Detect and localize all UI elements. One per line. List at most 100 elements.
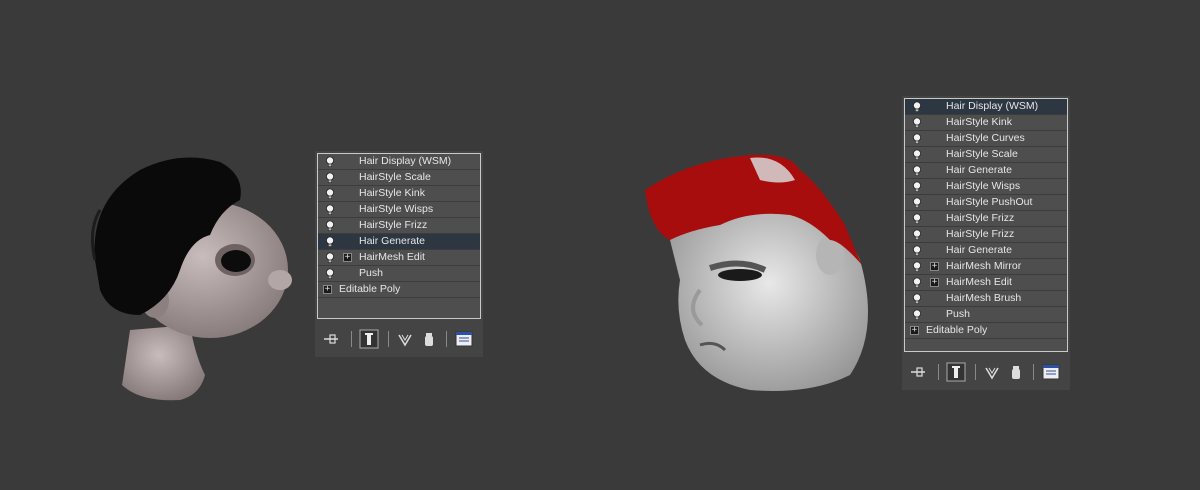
modifier-label: HairStyle Kink: [946, 116, 1012, 128]
modifier-stack-list[interactable]: Hair Display (WSM) HairStyle Kink HairStyl…: [904, 98, 1068, 352]
base-object-label: Editable Poly: [926, 324, 988, 336]
modifier-label: HairStyle Scale: [359, 171, 431, 183]
modifier-toggle-bulb-icon[interactable]: [912, 197, 922, 209]
modifier-toggle-bulb-icon[interactable]: [325, 188, 335, 200]
modifier-panel-left: Hair Display (WSM) HairStyle Scale HairSty…: [315, 151, 483, 357]
modifier-label: HairStyle Kink: [359, 187, 425, 199]
remove-modifier-icon[interactable]: [1006, 362, 1026, 382]
modifier-label: Hair Generate: [946, 164, 1012, 176]
modifier-toggle-bulb-icon[interactable]: [912, 261, 922, 273]
modifier-label: HairStyle Frizz: [946, 228, 1015, 240]
show-end-result-icon[interactable]: [359, 329, 379, 349]
modifier-stack-item[interactable]: Push: [905, 307, 1067, 323]
modifier-toggle-bulb-icon[interactable]: [912, 149, 922, 161]
base-object-item[interactable]: + Editable Poly: [905, 323, 1067, 339]
modifier-toggle-bulb-icon[interactable]: [912, 245, 922, 257]
modifier-stack-item[interactable]: Push: [318, 266, 480, 282]
modifier-label: HairMesh Mirror: [946, 260, 1022, 272]
modifier-stack-item[interactable]: Hair Display (WSM): [318, 154, 480, 170]
modifier-label: HairMesh Edit: [359, 251, 425, 263]
base-object-label: Editable Poly: [339, 283, 401, 295]
modifier-label: HairStyle Frizz: [946, 212, 1015, 224]
modifier-stack-item[interactable]: Hair Generate: [905, 243, 1067, 259]
make-unique-icon[interactable]: [982, 362, 1002, 382]
modifier-stack-item[interactable]: Hair Generate: [905, 163, 1067, 179]
modifier-label: HairMesh Edit: [946, 276, 1012, 288]
modifier-panel-right: Hair Display (WSM) HairStyle Kink HairStyl…: [902, 96, 1070, 390]
pin-stack-icon[interactable]: [908, 362, 928, 382]
modifier-label: HairStyle Curves: [946, 132, 1025, 144]
modifier-toggle-bulb-icon[interactable]: [325, 220, 335, 232]
modifier-stack-item[interactable]: + HairMesh Mirror: [905, 259, 1067, 275]
modifier-stack-item[interactable]: HairStyle Scale: [318, 170, 480, 186]
modifier-toggle-bulb-icon[interactable]: [912, 181, 922, 193]
modifier-toggle-bulb-icon[interactable]: [912, 309, 922, 321]
expand-plus-icon[interactable]: +: [910, 326, 919, 335]
toolbar-separator: [351, 331, 352, 347]
modifier-label: Hair Generate: [946, 244, 1012, 256]
modifier-toggle-bulb-icon[interactable]: [325, 252, 335, 264]
modifier-label: HairStyle Frizz: [359, 219, 428, 231]
modifier-stack-item[interactable]: HairStyle Scale: [905, 147, 1067, 163]
expand-plus-icon[interactable]: +: [930, 278, 939, 287]
modifier-stack-list[interactable]: Hair Display (WSM) HairStyle Scale HairSty…: [317, 153, 481, 319]
modifier-label: HairStyle PushOut: [946, 196, 1033, 208]
modifier-label: Hair Display (WSM): [359, 155, 452, 167]
modifier-toggle-bulb-icon[interactable]: [912, 101, 922, 113]
modifier-stack-item[interactable]: HairStyle Curves: [905, 131, 1067, 147]
show-end-result-icon[interactable]: [946, 362, 966, 382]
modifier-toggle-bulb-icon[interactable]: [325, 268, 335, 280]
modifier-stack-toolbar: [317, 323, 481, 355]
toolbar-separator: [388, 331, 389, 347]
make-unique-icon[interactable]: [395, 329, 415, 349]
expand-plus-icon[interactable]: +: [343, 253, 352, 262]
modifier-label: Hair Display (WSM): [946, 100, 1039, 112]
modifier-stack-toolbar: [904, 356, 1068, 388]
modifier-stack-item[interactable]: HairStyle Wisps: [905, 179, 1067, 195]
modifier-toggle-bulb-icon[interactable]: [325, 236, 335, 248]
modifier-stack-item[interactable]: HairStyle Frizz: [905, 211, 1067, 227]
render-left-head: [90, 157, 292, 401]
modifier-toggle-bulb-icon[interactable]: [912, 277, 922, 289]
expand-plus-icon[interactable]: +: [930, 262, 939, 271]
toolbar-separator: [446, 331, 447, 347]
modifier-toggle-bulb-icon[interactable]: [912, 293, 922, 305]
modifier-label: HairStyle Wisps: [946, 180, 1021, 192]
modifier-stack-item[interactable]: HairMesh Brush: [905, 291, 1067, 307]
render-right-head: [645, 154, 868, 391]
modifier-toggle-bulb-icon[interactable]: [912, 117, 922, 129]
modifier-toggle-bulb-icon[interactable]: [912, 165, 922, 177]
toolbar-separator: [938, 364, 939, 380]
modifier-stack-item[interactable]: + HairMesh Edit: [905, 275, 1067, 291]
base-object-item[interactable]: + Editable Poly: [318, 282, 480, 298]
modifier-label: Push: [946, 308, 970, 320]
remove-modifier-icon[interactable]: [419, 329, 439, 349]
modifier-label: HairStyle Scale: [946, 148, 1018, 160]
pin-stack-icon[interactable]: [321, 329, 341, 349]
modifier-toggle-bulb-icon[interactable]: [325, 156, 335, 168]
modifier-toggle-bulb-icon[interactable]: [912, 213, 922, 225]
modifier-stack-item[interactable]: Hair Generate: [318, 234, 480, 250]
configure-modifier-sets-icon[interactable]: [454, 329, 474, 349]
toolbar-separator: [1033, 364, 1034, 380]
toolbar-separator: [975, 364, 976, 380]
modifier-toggle-bulb-icon[interactable]: [325, 172, 335, 184]
modifier-toggle-bulb-icon[interactable]: [912, 133, 922, 145]
modifier-label: HairMesh Brush: [946, 292, 1022, 304]
modifier-stack-item[interactable]: HairStyle Frizz: [905, 227, 1067, 243]
modifier-stack-item[interactable]: HairStyle Wisps: [318, 202, 480, 218]
modifier-stack-item[interactable]: HairStyle Kink: [318, 186, 480, 202]
modifier-toggle-bulb-icon[interactable]: [912, 229, 922, 241]
modifier-stack-item[interactable]: + HairMesh Edit: [318, 250, 480, 266]
expand-plus-icon[interactable]: +: [323, 285, 332, 294]
modifier-label: HairStyle Wisps: [359, 203, 434, 215]
modifier-stack-item[interactable]: HairStyle PushOut: [905, 195, 1067, 211]
modifier-stack-item[interactable]: HairStyle Frizz: [318, 218, 480, 234]
modifier-toggle-bulb-icon[interactable]: [325, 204, 335, 216]
modifier-stack-item[interactable]: Hair Display (WSM): [905, 99, 1067, 115]
modifier-label: Push: [359, 267, 383, 279]
modifier-label: Hair Generate: [359, 235, 425, 247]
modifier-stack-item[interactable]: HairStyle Kink: [905, 115, 1067, 131]
viewport[interactable]: Hair Display (WSM) HairStyle Scale HairSty…: [0, 0, 1200, 490]
configure-modifier-sets-icon[interactable]: [1041, 362, 1061, 382]
